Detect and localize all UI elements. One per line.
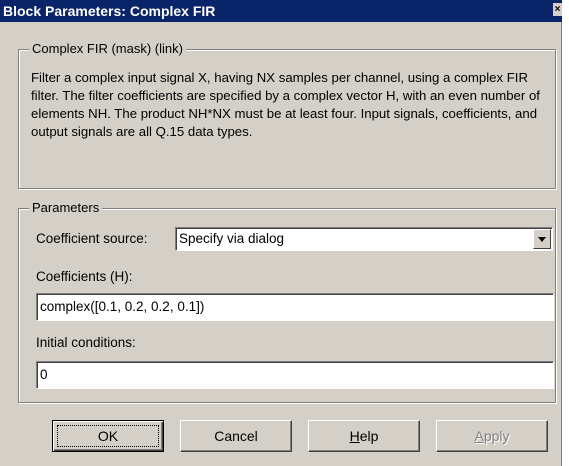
parameters-group-title: Parameters — [29, 200, 103, 216]
description-text: Filter a complex input signal X, having … — [31, 70, 540, 139]
ok-button[interactable]: OK — [52, 420, 164, 452]
coefficient-source-select[interactable]: Specify via dialog — [175, 227, 553, 251]
apply-button-mnemonic: A — [474, 428, 484, 444]
focus-rect — [57, 425, 159, 447]
block-parameters-dialog: Block Parameters: Complex FIR × Complex … — [0, 0, 562, 466]
close-icon[interactable]: × — [553, 3, 562, 16]
description-group-title: Complex FIR (mask) (link) — [29, 41, 186, 57]
apply-button-label: pply — [483, 428, 510, 444]
help-button-mnemonic: H — [349, 428, 360, 444]
window-title: Block Parameters: Complex FIR — [3, 3, 216, 19]
initial-conditions-label: Initial conditions: — [36, 335, 136, 350]
apply-button[interactable]: Apply — [436, 420, 548, 452]
help-button[interactable]: Help — [308, 420, 420, 452]
coefficient-source-value: Specify via dialog — [179, 231, 285, 246]
parameters-group: Parameters Coefficient source: Specify v… — [18, 200, 556, 403]
cancel-button-label: Cancel — [214, 428, 258, 444]
coefficients-label: Coefficients (H): — [36, 269, 133, 284]
coefficient-source-label: Coefficient source: — [36, 231, 148, 246]
coefficients-input[interactable]: complex([0.1, 0.2, 0.2, 0.1]) — [36, 293, 554, 321]
help-button-label: elp — [359, 428, 379, 444]
initial-conditions-input[interactable]: 0 — [36, 361, 554, 389]
dropdown-button[interactable] — [533, 229, 551, 249]
cancel-button[interactable]: Cancel — [180, 420, 292, 452]
title-bar[interactable]: Block Parameters: Complex FIR × — [0, 0, 562, 22]
chevron-down-icon — [538, 237, 546, 242]
description-group: Complex FIR (mask) (link) Filter a compl… — [18, 41, 556, 189]
